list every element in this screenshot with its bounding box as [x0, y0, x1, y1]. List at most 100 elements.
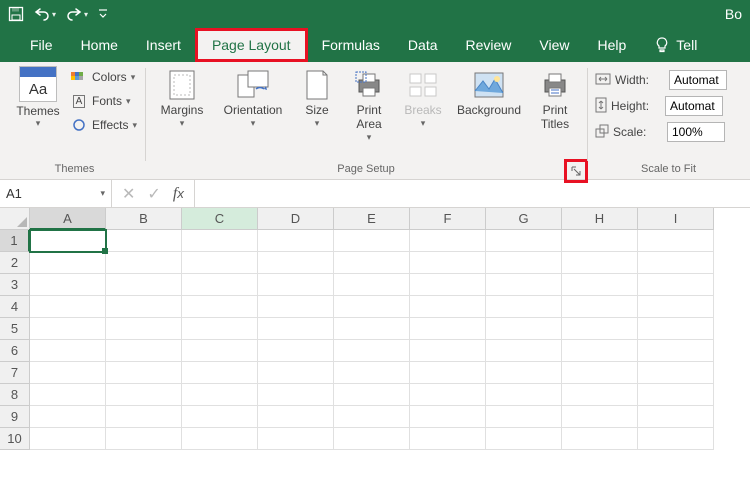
cell[interactable] — [258, 362, 334, 384]
cell[interactable] — [258, 296, 334, 318]
column-header[interactable]: G — [486, 208, 562, 230]
redo-button[interactable]: ▾ — [66, 7, 88, 21]
cell[interactable] — [486, 428, 562, 450]
save-button[interactable] — [8, 6, 24, 22]
cell[interactable] — [258, 318, 334, 340]
row-header[interactable]: 8 — [0, 384, 30, 406]
tab-data[interactable]: Data — [394, 28, 452, 62]
row-header[interactable]: 6 — [0, 340, 30, 362]
cell[interactable] — [638, 428, 714, 450]
size-button[interactable]: Size ▾ — [295, 66, 339, 129]
cell[interactable] — [106, 252, 182, 274]
cell[interactable] — [410, 296, 486, 318]
tab-insert[interactable]: Insert — [132, 28, 195, 62]
cell[interactable] — [182, 296, 258, 318]
cell[interactable] — [182, 362, 258, 384]
fx-icon[interactable]: fx — [173, 185, 184, 203]
cell[interactable] — [30, 384, 106, 406]
cell[interactable] — [486, 296, 562, 318]
cell[interactable] — [30, 362, 106, 384]
tab-file[interactable]: File — [16, 28, 67, 62]
cell[interactable] — [182, 406, 258, 428]
themes-button[interactable]: Aa Themes ▾ — [12, 66, 64, 129]
cell[interactable] — [334, 406, 410, 428]
cell[interactable] — [410, 384, 486, 406]
cell[interactable] — [258, 428, 334, 450]
cell[interactable] — [258, 340, 334, 362]
cell[interactable] — [562, 428, 638, 450]
column-header[interactable]: A — [30, 208, 106, 230]
breaks-button[interactable]: Breaks ▾ — [399, 66, 447, 129]
cell[interactable] — [562, 230, 638, 252]
cell[interactable] — [30, 274, 106, 296]
margins-button[interactable]: Margins ▾ — [153, 66, 211, 129]
cancel-icon[interactable]: ✕ — [122, 184, 135, 204]
row-header[interactable]: 1 — [0, 230, 30, 252]
scale-input[interactable] — [667, 122, 725, 142]
row-header[interactable]: 3 — [0, 274, 30, 296]
row-header[interactable]: 4 — [0, 296, 30, 318]
cell[interactable] — [30, 230, 106, 252]
cell[interactable] — [30, 252, 106, 274]
row-header[interactable]: 9 — [0, 406, 30, 428]
cell[interactable] — [334, 230, 410, 252]
column-header[interactable]: B — [106, 208, 182, 230]
row-header[interactable]: 10 — [0, 428, 30, 450]
cell[interactable] — [334, 274, 410, 296]
cell[interactable] — [486, 362, 562, 384]
cell[interactable] — [106, 274, 182, 296]
cell[interactable] — [106, 230, 182, 252]
cell[interactable] — [410, 274, 486, 296]
cell[interactable] — [106, 362, 182, 384]
colors-button[interactable]: Colors ▾ — [70, 66, 137, 88]
cell[interactable] — [106, 296, 182, 318]
cell[interactable] — [638, 384, 714, 406]
cell[interactable] — [638, 296, 714, 318]
column-header[interactable]: F — [410, 208, 486, 230]
cell[interactable] — [486, 384, 562, 406]
cell[interactable] — [638, 252, 714, 274]
cell[interactable] — [258, 274, 334, 296]
cell[interactable] — [410, 318, 486, 340]
tab-review[interactable]: Review — [452, 28, 526, 62]
cell[interactable] — [30, 406, 106, 428]
cell[interactable] — [106, 384, 182, 406]
cell[interactable] — [182, 230, 258, 252]
page-setup-launcher[interactable] — [570, 165, 582, 177]
cell[interactable] — [562, 362, 638, 384]
cell[interactable] — [486, 230, 562, 252]
cell[interactable] — [410, 340, 486, 362]
cell[interactable] — [334, 384, 410, 406]
cell[interactable] — [30, 318, 106, 340]
cell[interactable] — [562, 274, 638, 296]
cell[interactable] — [334, 362, 410, 384]
cell[interactable] — [486, 274, 562, 296]
cell[interactable] — [638, 318, 714, 340]
cell[interactable] — [486, 252, 562, 274]
cell[interactable] — [334, 428, 410, 450]
undo-button[interactable]: ▾ — [34, 7, 56, 21]
cell[interactable] — [106, 406, 182, 428]
tab-help[interactable]: Help — [584, 28, 641, 62]
cell[interactable] — [182, 274, 258, 296]
enter-icon[interactable]: ✓ — [147, 184, 160, 204]
tell-me[interactable]: Tell — [640, 28, 711, 62]
column-header[interactable]: C — [182, 208, 258, 230]
cell[interactable] — [410, 362, 486, 384]
print-titles-button[interactable]: Print Titles — [531, 66, 579, 132]
cell[interactable] — [410, 252, 486, 274]
cell[interactable] — [410, 406, 486, 428]
row-header[interactable]: 2 — [0, 252, 30, 274]
qat-customize-button[interactable] — [98, 8, 108, 20]
tab-formulas[interactable]: Formulas — [308, 28, 394, 62]
cell[interactable] — [638, 230, 714, 252]
cell[interactable] — [258, 252, 334, 274]
width-input[interactable] — [669, 70, 727, 90]
cell[interactable] — [562, 296, 638, 318]
cell[interactable] — [106, 428, 182, 450]
effects-button[interactable]: Effects ▾ — [70, 114, 137, 136]
cell[interactable] — [486, 406, 562, 428]
cell[interactable] — [562, 318, 638, 340]
tab-view[interactable]: View — [525, 28, 583, 62]
cell[interactable] — [258, 406, 334, 428]
